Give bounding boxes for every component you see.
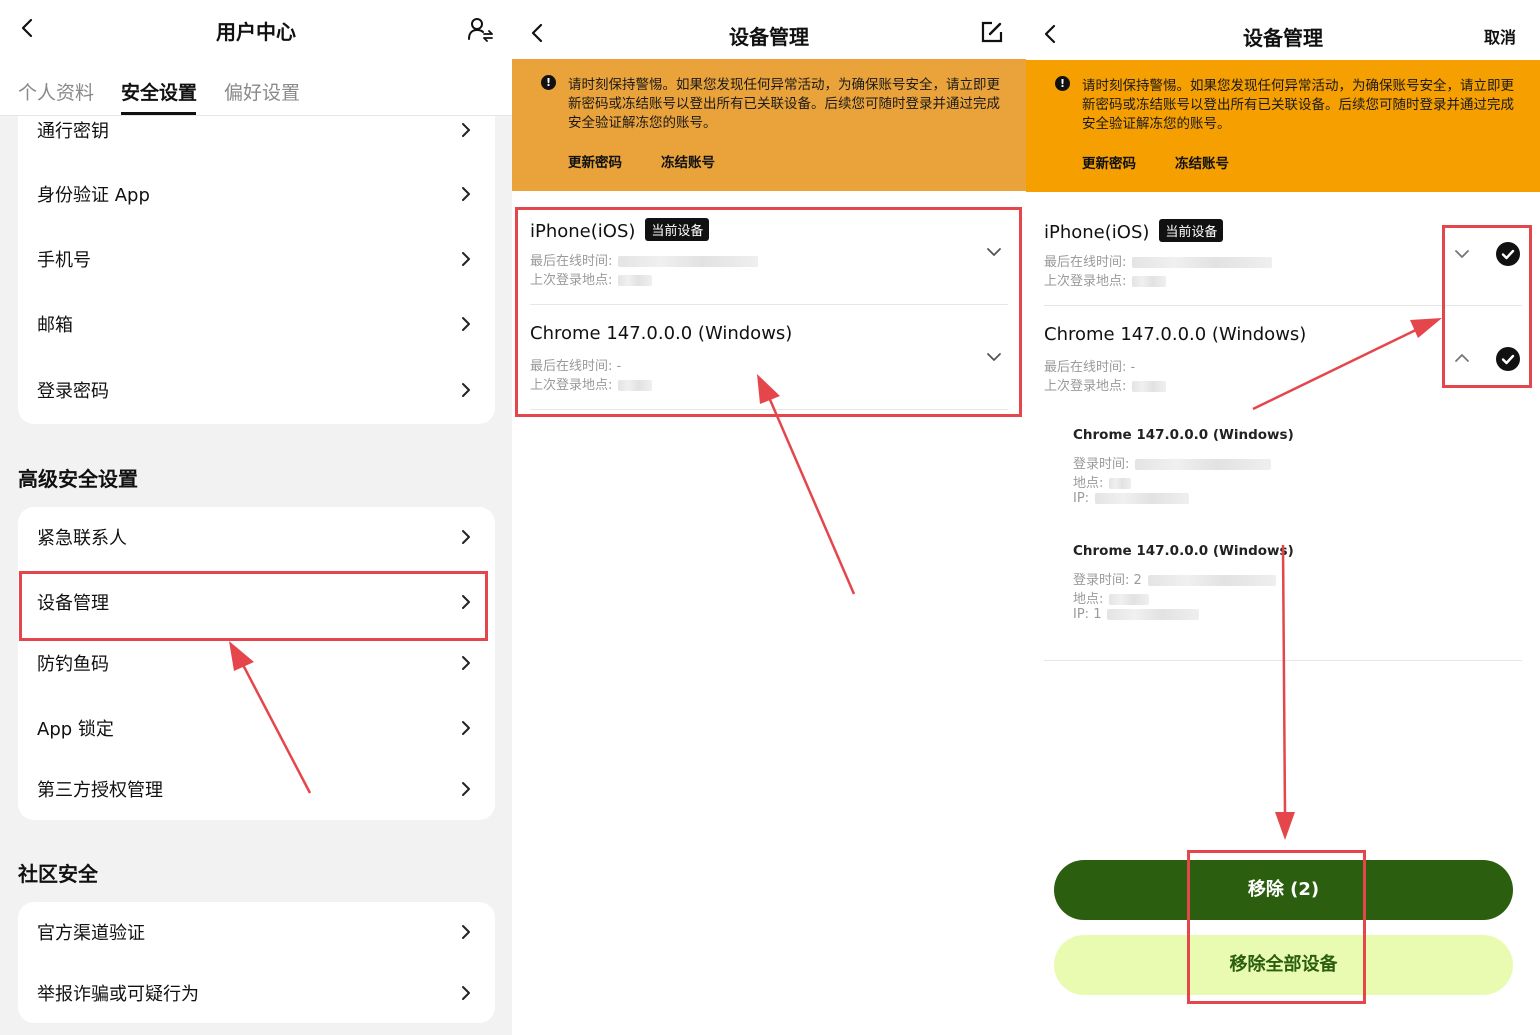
annotation-arrow (1275, 544, 1295, 840)
annotation-arrow (757, 374, 856, 595)
annotation-arrows (229, 318, 1442, 840)
annotation-arrow (1252, 318, 1442, 411)
annotation-arrow (229, 641, 312, 794)
